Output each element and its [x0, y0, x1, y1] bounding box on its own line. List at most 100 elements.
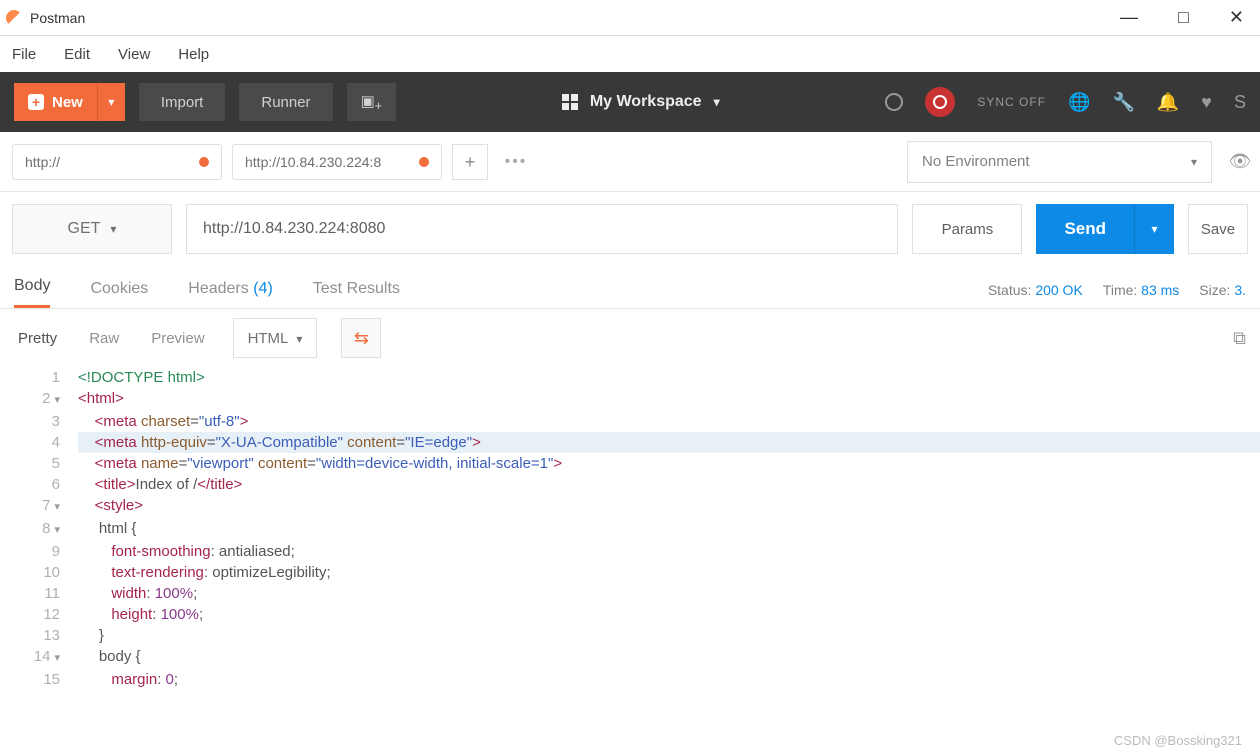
window-title: Postman	[30, 10, 1120, 26]
line-number: 6	[0, 474, 78, 495]
title-bar: Postman — □ ✕	[0, 0, 1260, 36]
code-content: <style>	[78, 495, 143, 518]
code-content: <!DOCTYPE html>	[78, 367, 205, 388]
capture-icon[interactable]	[885, 93, 903, 111]
line-number: 5	[0, 453, 78, 474]
line-number: 12	[0, 604, 78, 625]
tab-label: http://	[25, 154, 60, 170]
tab-label: http://10.84.230.224:8	[245, 154, 381, 170]
code-line[interactable]: 4 <meta http-equiv="X-UA-Compatible" con…	[0, 432, 1260, 453]
url-input[interactable]	[186, 204, 898, 254]
code-content: <meta name="viewport" content="width=dev…	[78, 453, 562, 474]
request-tab-1[interactable]: http://10.84.230.224:8	[232, 144, 442, 180]
view-pretty[interactable]: Pretty	[14, 324, 61, 353]
code-line[interactable]: 7▾ <style>	[0, 495, 1260, 518]
tab-options-button[interactable]: •••	[498, 144, 534, 180]
close-icon[interactable]: ✕	[1229, 7, 1244, 28]
response-body[interactable]: 1<!DOCTYPE html>2▾<html>3 <meta charset=…	[0, 367, 1260, 690]
code-content: width: 100%;	[78, 583, 197, 604]
line-number: 3	[0, 411, 78, 432]
unsaved-dot-icon	[199, 157, 209, 167]
menu-help[interactable]: Help	[178, 46, 209, 63]
code-line[interactable]: 6 <title>Index of /</title>	[0, 474, 1260, 495]
tab-test-results[interactable]: Test Results	[313, 280, 400, 308]
plus-icon: +	[28, 94, 44, 110]
runner-button[interactable]: Runner	[239, 83, 332, 121]
browse-icon[interactable]: 🌐	[1068, 92, 1090, 113]
new-window-button[interactable]: ▣+	[347, 83, 397, 121]
format-selector[interactable]: HTML	[233, 318, 318, 358]
line-number: 4	[0, 432, 78, 453]
code-line[interactable]: 12 height: 100%;	[0, 604, 1260, 625]
new-button[interactable]: + New	[14, 83, 125, 121]
environment-label: No Environment	[922, 153, 1030, 170]
response-meta: Status: 200 OK Time: 83 ms Size: 3.	[988, 282, 1246, 308]
notifications-icon[interactable]: 🔔	[1157, 92, 1179, 113]
workspace-label: My Workspace	[590, 93, 702, 111]
code-content: margin: 0;	[78, 669, 178, 690]
line-number: 11	[0, 583, 78, 604]
http-method-selector[interactable]: GET	[12, 204, 172, 254]
tab-body[interactable]: Body	[14, 277, 50, 308]
maximize-icon[interactable]: □	[1178, 7, 1189, 28]
code-line[interactable]: 14▾ body {	[0, 646, 1260, 669]
request-tab-0[interactable]: http://	[12, 144, 222, 180]
import-button[interactable]: Import	[139, 83, 226, 121]
add-tab-button[interactable]: +	[452, 144, 488, 180]
environment-selector[interactable]: No Environment	[907, 141, 1212, 183]
response-time: 83 ms	[1141, 282, 1179, 298]
unsaved-dot-icon	[419, 157, 429, 167]
settings-icon[interactable]: 🔧	[1112, 92, 1134, 113]
line-number: 13	[0, 625, 78, 646]
line-number: 10	[0, 562, 78, 583]
code-line[interactable]: 11 width: 100%;	[0, 583, 1260, 604]
sync-indicator-icon[interactable]	[925, 87, 955, 117]
response-view-toolbar: Pretty Raw Preview HTML ⇆ ⧉	[0, 309, 1260, 367]
new-label: New	[52, 94, 83, 111]
code-content: <html>	[78, 388, 124, 411]
tab-cookies[interactable]: Cookies	[90, 280, 148, 308]
code-line[interactable]: 5 <meta name="viewport" content="width=d…	[0, 453, 1260, 474]
send-dropdown-caret[interactable]	[1134, 204, 1174, 254]
heart-icon[interactable]: ♥	[1201, 92, 1212, 113]
tab-headers[interactable]: Headers (4)	[188, 280, 273, 308]
code-content: <meta charset="utf-8">	[78, 411, 248, 432]
menu-edit[interactable]: Edit	[64, 46, 90, 63]
view-preview[interactable]: Preview	[147, 324, 208, 353]
code-line[interactable]: 3 <meta charset="utf-8">	[0, 411, 1260, 432]
code-line[interactable]: 9 font-smoothing: antialiased;	[0, 541, 1260, 562]
code-line[interactable]: 10 text-rendering: optimizeLegibility;	[0, 562, 1260, 583]
minimize-icon[interactable]: —	[1120, 7, 1138, 28]
new-dropdown-caret[interactable]	[97, 83, 125, 121]
postman-logo-icon	[6, 10, 22, 26]
code-line[interactable]: 1<!DOCTYPE html>	[0, 367, 1260, 388]
send-button[interactable]: Send	[1036, 204, 1174, 254]
response-tabs: Body Cookies Headers (4) Test Results St…	[0, 261, 1260, 309]
chevron-down-icon	[110, 220, 116, 238]
line-number: 7▾	[0, 495, 78, 518]
code-line[interactable]: 2▾<html>	[0, 388, 1260, 411]
params-button[interactable]: Params	[912, 204, 1022, 254]
code-line[interactable]: 8▾ html {	[0, 518, 1260, 541]
menu-file[interactable]: File	[12, 46, 36, 63]
sync-status: SYNC OFF	[977, 95, 1046, 109]
send-label: Send	[1036, 219, 1134, 239]
format-label: HTML	[248, 330, 289, 347]
view-raw[interactable]: Raw	[85, 324, 123, 353]
save-button[interactable]: Save	[1188, 204, 1248, 254]
signin-icon[interactable]: S	[1234, 92, 1246, 113]
header-right: SYNC OFF 🌐 🔧 🔔 ♥ S	[885, 87, 1246, 117]
status-code: 200 OK	[1035, 282, 1082, 298]
code-content: html {	[78, 518, 136, 541]
chevron-down-icon	[1191, 153, 1197, 170]
line-number: 8▾	[0, 518, 78, 541]
code-line[interactable]: 15 margin: 0;	[0, 669, 1260, 690]
menu-view[interactable]: View	[118, 46, 150, 63]
code-content: body {	[78, 646, 141, 669]
copy-icon[interactable]: ⧉	[1233, 328, 1246, 349]
workspace-selector[interactable]: My Workspace	[396, 93, 885, 111]
environment-preview-icon[interactable]: 👁	[1220, 151, 1260, 172]
line-number: 14▾	[0, 646, 78, 669]
code-line[interactable]: 13 }	[0, 625, 1260, 646]
wrap-lines-icon[interactable]: ⇆	[341, 318, 381, 358]
